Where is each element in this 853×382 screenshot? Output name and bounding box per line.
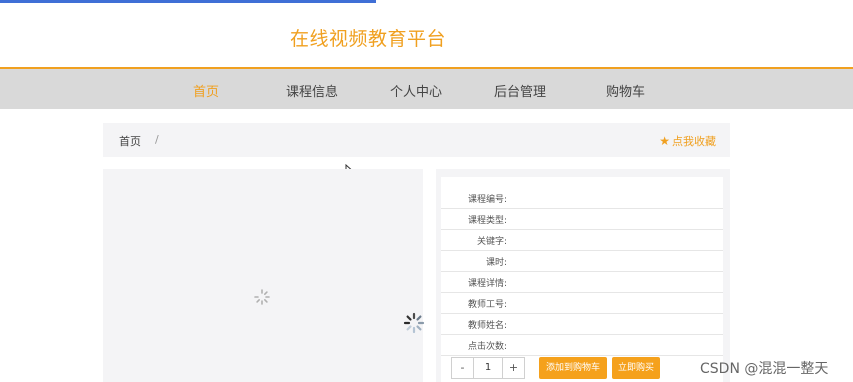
- detail-label-teacher-id: 教师工号:: [467, 300, 507, 310]
- detail-row: 课程类型:: [441, 209, 723, 230]
- star-icon: ★: [659, 134, 670, 148]
- detail-label-lesson-hours: 课时:: [485, 258, 507, 268]
- nav-item-cart[interactable]: 购物车: [606, 81, 645, 100]
- quantity-decrease-button[interactable]: -: [452, 358, 474, 378]
- loading-spinner-icon: [254, 289, 270, 305]
- nav-item-courses[interactable]: 课程信息: [286, 81, 338, 100]
- detail-label-course-id: 课程编号:: [467, 195, 507, 205]
- site-title: 在线视频教育平台: [290, 28, 447, 50]
- favorite-link[interactable]: ★ 点我收藏: [659, 133, 716, 149]
- detail-label-keywords: 关键字:: [476, 237, 507, 247]
- detail-label-click-count: 点击次数:: [467, 342, 507, 352]
- detail-row: 课时:: [441, 251, 723, 272]
- detail-label-course-details: 课程详情:: [467, 279, 507, 289]
- detail-label-course-type: 课程类型:: [467, 216, 507, 226]
- detail-row: 关键字:: [441, 230, 723, 251]
- favorite-label: 点我收藏: [672, 135, 716, 148]
- detail-label-teacher-name: 教师姓名:: [467, 321, 507, 331]
- detail-row: 课程详情:: [441, 272, 723, 293]
- add-to-cart-button[interactable]: 添加到购物车: [539, 357, 607, 379]
- top-accent-strip: [0, 0, 376, 3]
- nav-item-home[interactable]: 首页: [193, 81, 219, 100]
- nav-item-profile[interactable]: 个人中心: [390, 81, 442, 100]
- quantity-increase-button[interactable]: +: [502, 358, 524, 378]
- detail-row: 教师工号:: [441, 293, 723, 314]
- detail-row: 教师姓名:: [441, 314, 723, 335]
- breadcrumb-home-link[interactable]: 首页: [119, 133, 141, 149]
- csdn-watermark: CSDN @混混一整天: [700, 361, 829, 377]
- detail-row: 课程编号:: [441, 188, 723, 209]
- buy-now-button[interactable]: 立即购买: [612, 357, 660, 379]
- main-navbar: 首页 课程信息 个人中心 后台管理 购物车: [0, 67, 853, 109]
- detail-row: 点击次数:: [441, 335, 723, 356]
- nav-item-admin[interactable]: 后台管理: [494, 81, 546, 100]
- loading-spinner-icon: [403, 312, 425, 334]
- course-image-panel: [103, 169, 423, 382]
- breadcrumb-separator: /: [155, 133, 159, 146]
- breadcrumb: 首页 / ★ 点我收藏: [103, 123, 730, 157]
- quantity-input[interactable]: 1: [474, 358, 502, 378]
- quantity-stepper: - 1 +: [451, 357, 525, 379]
